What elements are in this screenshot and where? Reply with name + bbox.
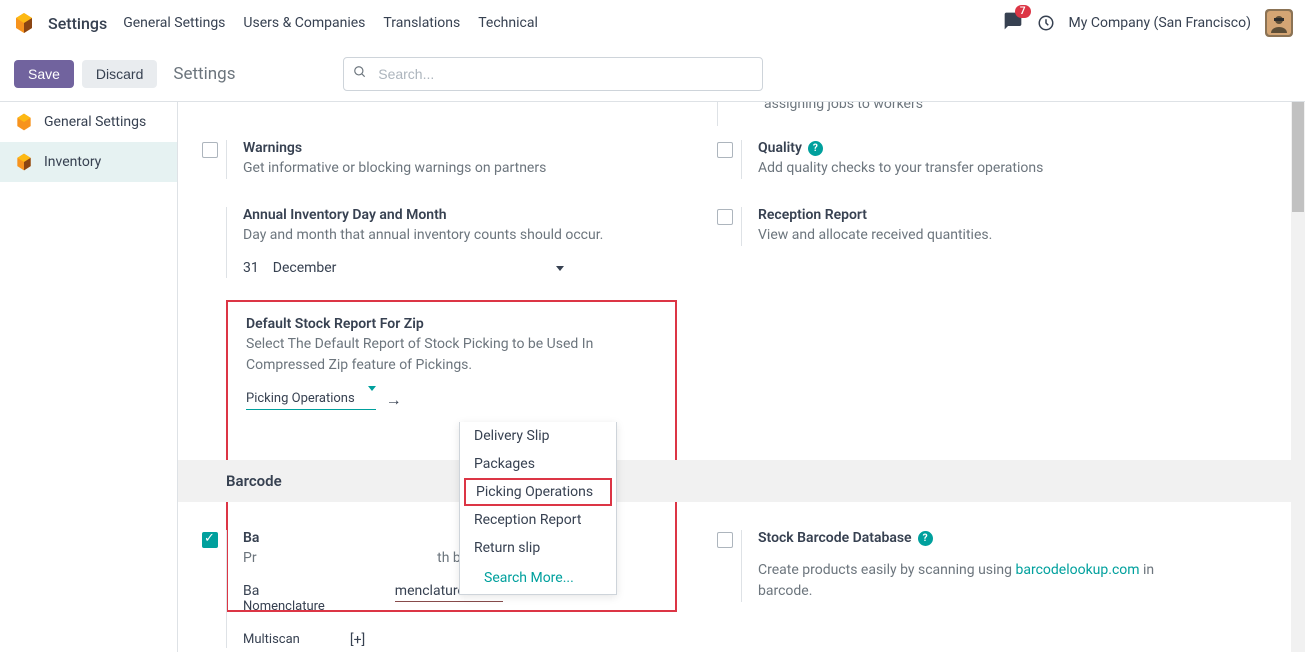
search-wrap (343, 57, 763, 91)
user-avatar[interactable] (1265, 9, 1293, 37)
scrollbar-thumb[interactable] (1292, 102, 1304, 212)
messages-icon[interactable]: 7 (1003, 11, 1023, 35)
annual-day-field[interactable]: 31 (243, 258, 259, 278)
caret-down-icon (556, 266, 564, 271)
messages-badge: 7 (1015, 5, 1031, 18)
warnings-title: Warnings (243, 140, 677, 156)
reception-title: Reception Report (758, 207, 1192, 223)
zip-title: Default Stock Report For Zip (246, 316, 657, 332)
dropdown-search-more[interactable]: Search More... (460, 562, 616, 594)
menu-technical[interactable]: Technical (478, 15, 538, 31)
quality-title: Quality? (758, 140, 1192, 156)
barcode-scanner-checkbox[interactable] (202, 532, 218, 548)
sidebar-item-inventory[interactable]: Inventory (0, 142, 177, 182)
control-bar: Save Discard Settings (0, 46, 1305, 102)
barcode-db-desc: Create products easily by scanning using… (758, 560, 1192, 602)
gear-icon (14, 112, 34, 132)
dropdown-item-return-slip[interactable]: Return slip (460, 534, 616, 562)
app-brand[interactable]: Settings (48, 14, 107, 33)
breadcrumb-title: Settings (173, 64, 235, 84)
barcode-db-title: Stock Barcode Database? (758, 530, 1192, 546)
warnings-desc: Get informative or blocking warnings on … (243, 158, 677, 179)
search-icon (353, 65, 367, 83)
multiscan-add-button[interactable]: [+] (350, 632, 365, 648)
dropdown-item-picking-operations[interactable]: Picking Operations (464, 478, 612, 506)
menu-translations[interactable]: Translations (383, 15, 460, 31)
warnings-checkbox[interactable] (202, 142, 218, 158)
top-nav: Settings General Settings Users & Compan… (0, 0, 1305, 46)
settings-sidebar: General Settings Inventory (0, 102, 177, 652)
barcode-db-checkbox[interactable] (717, 532, 733, 548)
external-link-icon[interactable]: → (386, 390, 402, 410)
reception-desc: View and allocate received quantities. (758, 225, 1192, 246)
settings-content: assigning jobs to workers Warnings Get i… (177, 102, 1305, 652)
app-logo-icon (12, 11, 36, 35)
scrollbar[interactable] (1291, 102, 1305, 652)
save-button[interactable]: Save (14, 60, 74, 88)
annual-desc: Day and month that annual inventory coun… (243, 225, 677, 246)
top-menu: General Settings Users & Companies Trans… (123, 15, 538, 31)
search-input[interactable] (343, 57, 763, 91)
multiscan-label: Multiscan (243, 632, 300, 648)
quality-checkbox[interactable] (717, 142, 733, 158)
help-icon[interactable]: ? (918, 531, 933, 546)
dropdown-item-packages[interactable]: Packages (460, 450, 616, 478)
quality-desc: Add quality checks to your transfer oper… (758, 158, 1192, 179)
barcodelookup-link[interactable]: barcodelookup.com (1015, 562, 1139, 578)
zip-desc: Select The Default Report of Stock Picki… (246, 334, 657, 376)
nomenclature-label: Ba (243, 583, 259, 599)
company-selector[interactable]: My Company (San Francisco) (1069, 15, 1251, 31)
caret-down-icon (368, 386, 376, 406)
dropdown-item-delivery-slip[interactable]: Delivery Slip (460, 422, 616, 450)
discard-button[interactable]: Discard (82, 60, 157, 88)
sidebar-item-label: General Settings (44, 114, 146, 130)
menu-general-settings[interactable]: General Settings (123, 15, 225, 31)
partial-text: assigning jobs to workers (764, 102, 923, 112)
annual-title: Annual Inventory Day and Month (243, 207, 677, 223)
menu-users-companies[interactable]: Users & Companies (243, 15, 365, 31)
report-dropdown-menu: Delivery Slip Packages Picking Operation… (459, 422, 617, 595)
zip-report-select[interactable]: Picking Operations (246, 391, 376, 410)
section-barcode: Barcode (178, 460, 1305, 502)
clock-icon[interactable] (1037, 14, 1055, 32)
inventory-icon (14, 152, 34, 172)
dropdown-item-reception-report[interactable]: Reception Report (460, 506, 616, 534)
sidebar-item-label: Inventory (44, 154, 101, 170)
annual-month-field[interactable]: December (273, 260, 565, 276)
reception-checkbox[interactable] (717, 209, 733, 225)
help-icon[interactable]: ? (808, 141, 823, 156)
sidebar-item-general[interactable]: General Settings (0, 102, 177, 142)
top-right: 7 My Company (San Francisco) (1003, 9, 1293, 37)
